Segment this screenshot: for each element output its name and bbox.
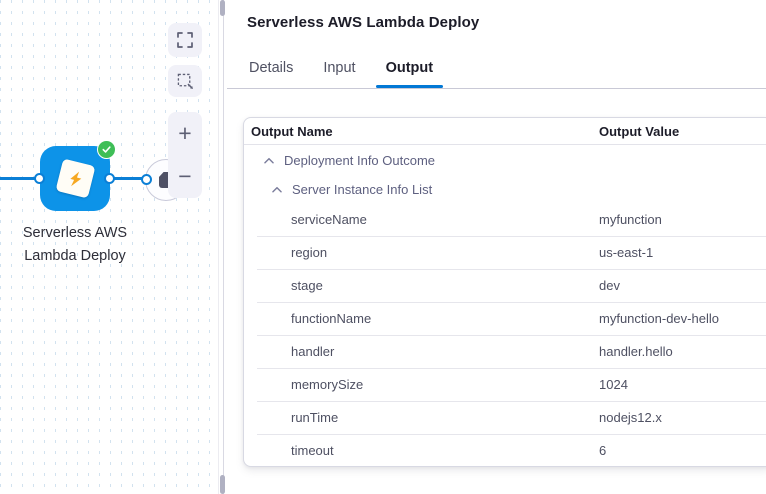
check-icon [101,144,112,155]
column-header-output-name: Output Name [244,124,599,139]
output-name: region [244,245,599,260]
tab-bar: Details Input Output [247,60,435,76]
output-value: 6 [599,443,766,458]
output-name: serviceName [244,212,599,227]
table-row: timeout 6 [244,434,766,467]
output-value: handler.hello [599,344,766,359]
chevron-up-icon[interactable] [263,156,275,165]
marquee-select-icon [177,73,194,90]
output-value: dev [599,278,766,293]
marquee-select-button[interactable] [168,65,202,97]
step-details-panel: Serverless AWS Lambda Deploy Details Inp… [224,0,766,494]
output-value: nodejs12.x [599,410,766,425]
zoom-in-button[interactable]: + [168,114,202,154]
output-value: myfunction [599,212,766,227]
step-success-badge [97,140,116,159]
zoom-controls: + − [168,112,202,198]
step-node-label: Serverless AWS Lambda Deploy [5,222,145,268]
panel-title: Serverless AWS Lambda Deploy [247,14,479,31]
table-header-row: Output Name Output Value [244,118,766,145]
table-row: memorySize 1024 [244,368,766,401]
zoom-out-button[interactable]: − [168,157,202,197]
lambda-icon [55,158,95,198]
tab-output[interactable]: Output [384,60,436,76]
group-label: Server Instance Info List [292,182,432,197]
group-row-deployment-info-outcome[interactable]: Deployment Info Outcome [244,145,766,175]
pipeline-studio-screen: Serverless AWS Lambda Deploy + − Serverl… [0,0,766,494]
output-name: stage [244,278,599,293]
chevron-up-icon[interactable] [271,185,283,194]
column-header-output-value: Output Value [599,124,679,139]
output-name: timeout [244,443,599,458]
fit-to-screen-button[interactable] [168,23,202,57]
output-value: 1024 [599,377,766,392]
tabs-divider [227,88,766,89]
step-node-label-line1: Serverless AWS [5,222,145,245]
tab-input[interactable]: Input [321,60,357,76]
table-row: functionName myfunction-dev-hello [244,302,766,335]
canvas-panel-divider [218,0,219,494]
group-row-server-instance-info-list[interactable]: Server Instance Info List [244,175,766,203]
tab-details[interactable]: Details [247,60,295,76]
output-name: memorySize [244,377,599,392]
table-row: region us-east-1 [244,236,766,269]
table-row: handler handler.hello [244,335,766,368]
pipeline-canvas[interactable]: Serverless AWS Lambda Deploy + − [0,0,218,494]
table-row: serviceName myfunction [244,203,766,236]
node-port-right[interactable] [104,173,115,184]
link-port[interactable] [141,174,152,185]
scrollbar-thumb-top[interactable] [220,0,225,16]
output-value: myfunction-dev-hello [599,311,766,326]
node-port-left[interactable] [34,173,45,184]
output-name: runTime [244,410,599,425]
group-label: Deployment Info Outcome [284,153,435,168]
fullscreen-icon [177,32,193,48]
output-name: handler [244,344,599,359]
table-row: stage dev [244,269,766,302]
step-node-label-line2: Lambda Deploy [5,245,145,268]
table-row: runTime nodejs12.x [244,401,766,434]
output-value: us-east-1 [599,245,766,260]
output-table-card: Output Name Output Value Deployment Info… [243,117,766,467]
lightning-bolt-icon [64,168,86,190]
scrollbar-thumb-bottom[interactable] [220,475,225,494]
output-name: functionName [244,311,599,326]
